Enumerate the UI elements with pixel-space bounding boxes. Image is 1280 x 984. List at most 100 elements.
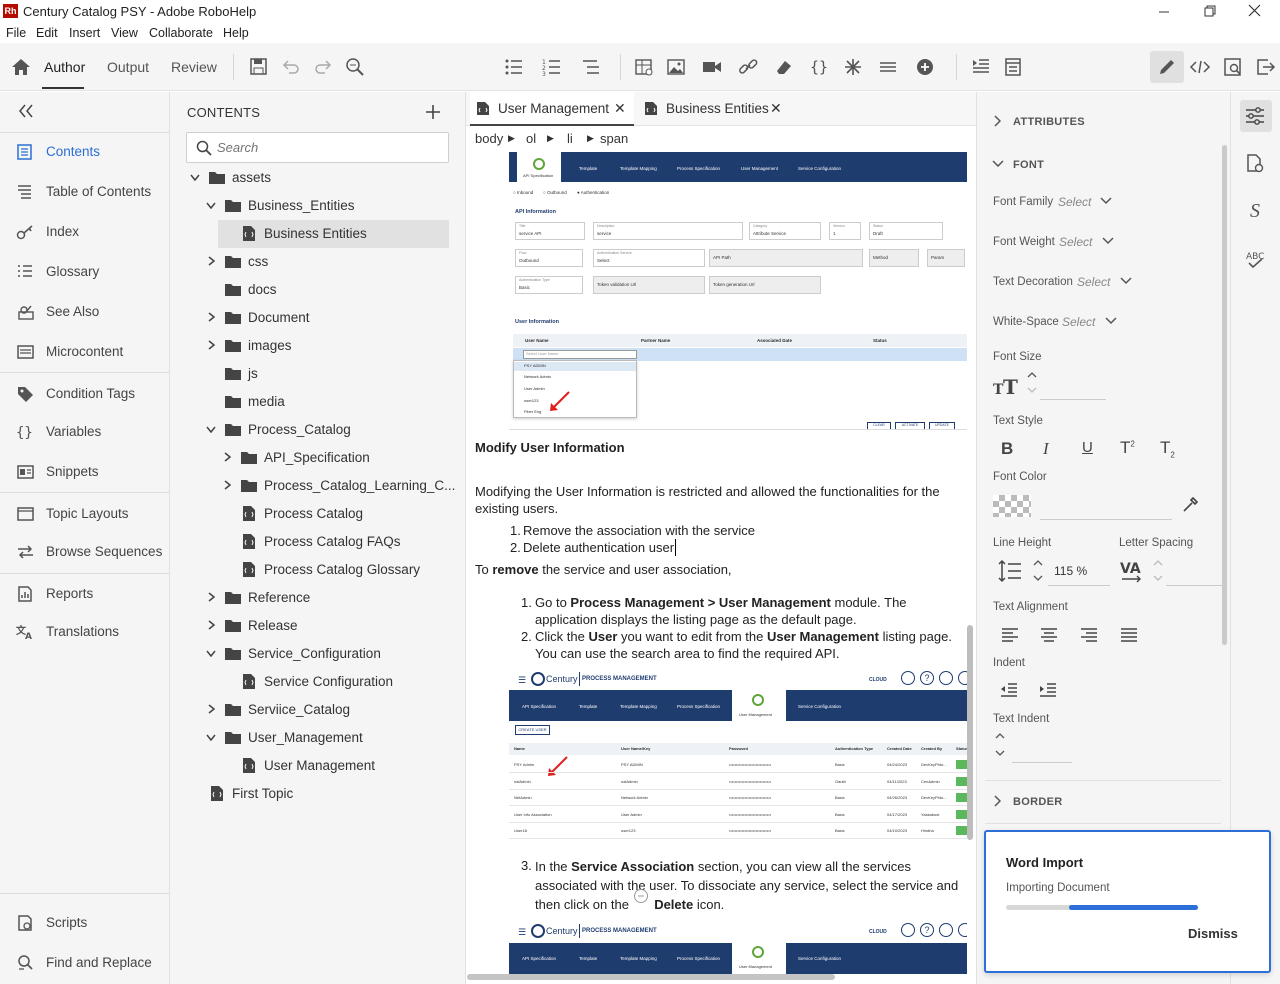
- insert-more-icon[interactable]: [914, 56, 936, 78]
- eyedropper-icon[interactable]: [1181, 496, 1199, 514]
- nav-item-translations[interactable]: 文A Translations: [0, 617, 169, 647]
- border-section-header[interactable]: BORDER: [1013, 796, 1062, 808]
- editor-vertical-scrollbar[interactable]: [967, 625, 973, 840]
- nav-item-variables[interactable]: {} Variables: [0, 417, 169, 447]
- tree-folder[interactable]: Business_Entities: [186, 192, 466, 220]
- preview-icon[interactable]: [1222, 56, 1244, 78]
- page-layout-icon[interactable]: [1002, 56, 1024, 78]
- nav-item-browse-sequences[interactable]: Browse Sequences: [0, 537, 169, 567]
- font-section-header[interactable]: FONT: [1013, 159, 1044, 171]
- nav-item-see-also[interactable]: See Also: [0, 297, 169, 327]
- align-left-icon[interactable]: [1001, 628, 1019, 642]
- tree-folder[interactable]: User_Management: [186, 724, 466, 752]
- search-input[interactable]: [217, 138, 442, 157]
- tree-topic[interactable]: Service Configuration: [186, 668, 466, 696]
- menu-help[interactable]: Help: [223, 26, 249, 40]
- chevron-down-icon[interactable]: [1102, 237, 1114, 245]
- chevron-right-icon[interactable]: [205, 255, 217, 267]
- italic-icon[interactable]: I: [1043, 439, 1049, 459]
- chevron-down-icon[interactable]: [992, 159, 1004, 167]
- tree-folder[interactable]: Service_Configuration: [186, 640, 466, 668]
- tab-output[interactable]: Output: [107, 59, 149, 75]
- menu-insert[interactable]: Insert: [69, 26, 100, 40]
- insert-link-icon[interactable]: [737, 56, 759, 78]
- close-window-button[interactable]: [1242, 2, 1268, 20]
- underline-icon[interactable]: U: [1082, 439, 1093, 456]
- tree-topic[interactable]: Business Entities: [218, 220, 449, 248]
- chevron-down-icon[interactable]: [205, 423, 217, 435]
- nav-item-snippets[interactable]: Snippets: [0, 457, 169, 487]
- styles-icon[interactable]: S: [1243, 200, 1267, 224]
- menu-edit[interactable]: Edit: [36, 26, 58, 40]
- source-code-icon[interactable]: [1189, 56, 1211, 78]
- chevron-down-icon[interactable]: [205, 647, 217, 659]
- font-size-stepper[interactable]: [1026, 370, 1038, 396]
- letter-spacing-stepper[interactable]: [1152, 558, 1164, 584]
- chevron-right-icon[interactable]: [993, 115, 1001, 127]
- breadcrumb-ol[interactable]: ol: [526, 131, 536, 146]
- chevron-down-icon[interactable]: [189, 171, 201, 183]
- insert-video-icon[interactable]: [701, 56, 723, 78]
- font-weight-select[interactable]: Select: [1059, 235, 1092, 249]
- font-family-select[interactable]: Select: [1058, 195, 1091, 209]
- add-content-icon[interactable]: [424, 103, 442, 121]
- numbered-list-icon[interactable]: 123: [541, 56, 563, 78]
- tree-folder[interactable]: js: [186, 360, 466, 388]
- chevron-down-icon[interactable]: [1105, 317, 1117, 325]
- tree-topic[interactable]: Process Catalog FAQs: [186, 528, 466, 556]
- superscript-icon[interactable]: T2: [1120, 438, 1135, 458]
- chevron-right-icon[interactable]: [221, 479, 233, 491]
- tab-review[interactable]: Review: [171, 59, 217, 75]
- collapse-panel-icon[interactable]: [17, 103, 35, 119]
- tree-folder[interactable]: assets: [186, 164, 466, 192]
- breadcrumb-li[interactable]: li: [567, 131, 573, 146]
- bullet-list-icon[interactable]: [503, 56, 525, 78]
- chevron-right-icon[interactable]: [221, 451, 233, 463]
- close-tab-icon[interactable]: ✕: [614, 100, 626, 117]
- subscript-icon[interactable]: T2: [1160, 438, 1175, 459]
- redo-icon[interactable]: [312, 56, 334, 78]
- nav-item-find-and-replace[interactable]: Find and Replace: [0, 948, 169, 978]
- chevron-down-icon[interactable]: [1120, 277, 1132, 285]
- eraser-icon[interactable]: [773, 56, 795, 78]
- text-decoration-select[interactable]: Select: [1077, 275, 1110, 289]
- nav-item-index[interactable]: Index: [0, 217, 169, 247]
- align-justify-icon[interactable]: [1120, 628, 1138, 642]
- align-center-icon[interactable]: [1040, 628, 1058, 642]
- tree-folder[interactable]: docs: [186, 276, 466, 304]
- nav-item-reports[interactable]: Reports: [0, 579, 169, 609]
- save-icon[interactable]: [248, 56, 270, 78]
- chevron-down-icon[interactable]: [205, 199, 217, 211]
- doc-tab-user-management[interactable]: User Management ✕: [470, 92, 634, 126]
- font-color-swatch[interactable]: [993, 495, 1031, 517]
- tree-folder[interactable]: API_Specification: [186, 444, 466, 472]
- doc-tab-business-entities[interactable]: Business Entities ✕: [638, 92, 794, 126]
- contents-search-box[interactable]: [186, 132, 449, 163]
- undo-icon[interactable]: [280, 56, 302, 78]
- chevron-right-icon[interactable]: [205, 703, 217, 715]
- chevron-right-icon[interactable]: [205, 311, 217, 323]
- spell-check-icon[interactable]: ABC: [1243, 248, 1267, 272]
- chevron-down-icon[interactable]: [205, 731, 217, 743]
- breadcrumb-span[interactable]: span: [600, 131, 628, 146]
- tree-folder[interactable]: Document: [186, 304, 466, 332]
- tree-topic[interactable]: User Management: [186, 752, 466, 780]
- home-icon[interactable]: [10, 56, 32, 78]
- nav-item-scripts[interactable]: Scripts: [0, 908, 169, 938]
- minimize-button[interactable]: [1151, 2, 1177, 20]
- chevron-right-icon[interactable]: [993, 795, 1001, 807]
- dismiss-button[interactable]: Dismiss: [1188, 926, 1238, 941]
- tree-folder[interactable]: images: [186, 332, 466, 360]
- restore-button[interactable]: [1197, 2, 1223, 20]
- menu-file[interactable]: File: [6, 26, 26, 40]
- tree-folder[interactable]: Serviice_Catalog: [186, 696, 466, 724]
- tree-folder[interactable]: media: [186, 388, 466, 416]
- chevron-right-icon[interactable]: [205, 619, 217, 631]
- bold-icon[interactable]: B: [1001, 439, 1013, 459]
- indent-icon[interactable]: [1039, 683, 1057, 697]
- align-right-icon[interactable]: [1080, 628, 1098, 642]
- chevron-right-icon[interactable]: [205, 591, 217, 603]
- white-space-select[interactable]: Select: [1062, 315, 1095, 329]
- chevron-down-icon[interactable]: [1100, 197, 1112, 205]
- chevron-right-icon[interactable]: [205, 339, 217, 351]
